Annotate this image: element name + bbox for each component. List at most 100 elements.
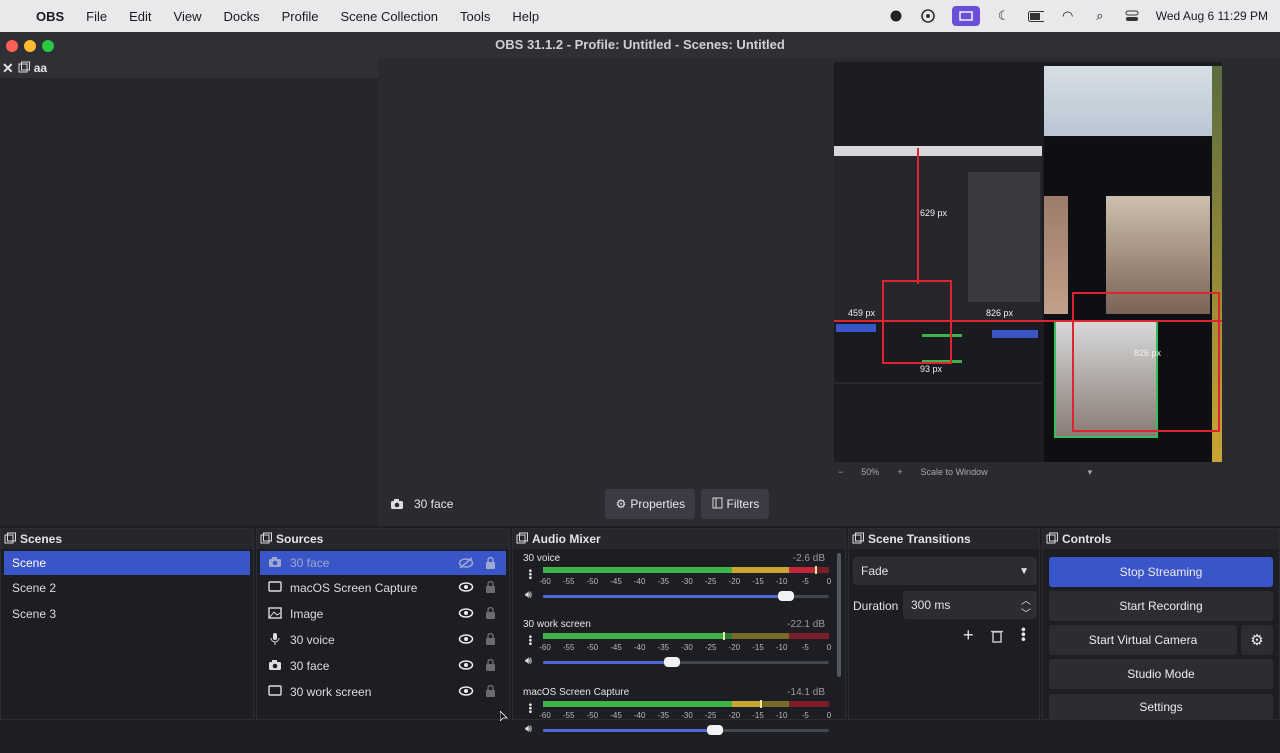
menu-profile[interactable]: Profile bbox=[282, 9, 319, 24]
source-item[interactable]: 30 face bbox=[260, 551, 506, 575]
scale-mode: Scale to Window bbox=[920, 467, 988, 477]
start-virtual-camera-button[interactable]: Start Virtual Camera bbox=[1049, 625, 1237, 655]
screen-share-icon[interactable] bbox=[951, 6, 980, 26]
obs-status-icon[interactable] bbox=[920, 8, 936, 24]
speaker-icon[interactable]: 🔊︎ bbox=[525, 589, 532, 602]
volume-slider-knob[interactable] bbox=[663, 657, 680, 667]
dock-float-icon[interactable] bbox=[852, 532, 864, 547]
channel-menu-icon[interactable]: ••• bbox=[524, 569, 535, 580]
dock-float-icon[interactable] bbox=[516, 532, 528, 547]
scene-item[interactable]: Scene bbox=[4, 551, 250, 575]
camera-icon bbox=[390, 498, 404, 510]
menu-file[interactable]: File bbox=[86, 9, 107, 24]
battery-icon[interactable] bbox=[1027, 8, 1044, 24]
camera-icon bbox=[268, 659, 282, 674]
tick-label: -45 bbox=[610, 643, 622, 652]
source-item[interactable]: macOS Screen Capture bbox=[260, 575, 506, 601]
preview-area[interactable]: 629 px 459 px 826 px 826 px 93 px − 50% … bbox=[378, 58, 1280, 526]
lock-icon[interactable] bbox=[485, 684, 496, 700]
preview-canvas[interactable]: 629 px 459 px 826 px 826 px 93 px bbox=[834, 62, 1222, 462]
volume-slider[interactable] bbox=[543, 657, 829, 667]
mixer-channel: 30 work screen -22.1 dB ••• -60 -55 -50 -45 -40… bbox=[521, 617, 833, 685]
lock-icon[interactable] bbox=[485, 556, 496, 572]
scale-mode-dropdown-icon[interactable]: ▾ bbox=[1088, 467, 1093, 478]
visibility-hidden-icon[interactable] bbox=[458, 557, 474, 572]
tick-label: -15 bbox=[752, 577, 764, 586]
close-window-button[interactable] bbox=[6, 40, 18, 52]
volume-slider[interactable] bbox=[543, 591, 829, 601]
dock-float-icon[interactable] bbox=[1046, 532, 1058, 547]
float-dock-icon[interactable] bbox=[18, 61, 30, 76]
spin-down-icon[interactable]: ﹀ bbox=[1021, 605, 1031, 620]
dock-float-icon[interactable] bbox=[4, 532, 16, 547]
source-item[interactable]: Image bbox=[260, 601, 506, 627]
source-item[interactable]: 30 work screen bbox=[260, 679, 506, 705]
eye-icon[interactable] bbox=[458, 659, 474, 674]
source-item[interactable]: 30 voice bbox=[260, 627, 506, 653]
virtual-camera-settings-button[interactable]: ⚙ bbox=[1241, 625, 1273, 655]
volume-slider[interactable] bbox=[543, 725, 829, 735]
record-status-icon[interactable] bbox=[888, 8, 904, 24]
tick-label: -45 bbox=[610, 577, 622, 586]
close-dock-icon[interactable]: ✕ bbox=[2, 60, 14, 77]
menu-tools[interactable]: Tools bbox=[460, 9, 490, 24]
zoom-in-button[interactable]: + bbox=[897, 467, 902, 477]
dock-header: ✕ aa bbox=[0, 58, 378, 78]
speaker-icon[interactable]: 🔊︎ bbox=[525, 723, 532, 736]
properties-button[interactable]: ⚙ Properties bbox=[605, 489, 696, 519]
lock-icon[interactable] bbox=[485, 658, 496, 674]
filters-button[interactable]: Filters bbox=[701, 489, 770, 519]
transition-select[interactable]: Fade ▼ bbox=[853, 557, 1037, 585]
scene-item[interactable]: Scene 2 bbox=[4, 575, 250, 601]
audio-mixer-title: Audio Mixer bbox=[532, 532, 601, 546]
lock-icon[interactable] bbox=[485, 606, 496, 622]
dock-float-icon[interactable] bbox=[260, 532, 272, 547]
tick-label: -25 bbox=[704, 643, 717, 652]
meter-zone bbox=[788, 633, 829, 639]
app-menu[interactable]: OBS bbox=[36, 9, 64, 24]
volume-slider-knob[interactable] bbox=[778, 591, 795, 601]
eye-icon[interactable] bbox=[458, 685, 474, 700]
channel-menu-icon[interactable]: ••• bbox=[524, 703, 535, 714]
speaker-icon[interactable]: 🔊︎ bbox=[525, 655, 532, 668]
eye-icon[interactable] bbox=[458, 581, 474, 596]
stop-streaming-button[interactable]: Stop Streaming bbox=[1049, 557, 1273, 587]
source-item[interactable]: 30 face bbox=[260, 653, 506, 679]
menu-scene-collection[interactable]: Scene Collection bbox=[340, 9, 438, 24]
settings-button[interactable]: Settings bbox=[1049, 694, 1273, 720]
scene-item[interactable]: Scene 3 bbox=[4, 601, 250, 627]
duration-spinbox[interactable]: 300 ms ︿ ﹀ bbox=[903, 591, 1037, 620]
menu-help[interactable]: Help bbox=[512, 9, 539, 24]
start-recording-button[interactable]: Start Recording bbox=[1049, 591, 1273, 621]
menu-view[interactable]: View bbox=[174, 9, 202, 24]
volume-slider-knob[interactable] bbox=[706, 725, 723, 735]
eye-icon[interactable] bbox=[458, 607, 474, 622]
add-transition-icon[interactable]: + bbox=[963, 625, 974, 646]
tick-label: -35 bbox=[657, 711, 670, 720]
mixer-channel-list: 30 voice -2.6 dB ••• -60 -55 -50 -45 -40 -35 -30-… bbox=[513, 549, 833, 753]
scene-transitions-header: Scene Transitions bbox=[849, 529, 1039, 549]
mixer-scrollbar[interactable] bbox=[837, 553, 841, 677]
moon-icon[interactable]: ☾ bbox=[996, 8, 1012, 24]
zoom-out-button[interactable]: − bbox=[838, 467, 843, 477]
remove-transition-icon[interactable] bbox=[991, 629, 1003, 646]
tick-label: -50 bbox=[586, 577, 599, 586]
zoom-window-button[interactable] bbox=[42, 40, 54, 52]
image-icon bbox=[268, 606, 282, 622]
control-center-icon[interactable] bbox=[1124, 8, 1140, 24]
minimize-window-button[interactable] bbox=[24, 40, 36, 52]
more-options-icon[interactable]: ••• bbox=[1016, 627, 1032, 642]
menu-docks[interactable]: Docks bbox=[223, 9, 259, 24]
eye-icon[interactable] bbox=[458, 633, 474, 648]
menu-edit[interactable]: Edit bbox=[129, 9, 151, 24]
studio-mode-button[interactable]: Studio Mode bbox=[1049, 659, 1273, 689]
lock-icon[interactable] bbox=[485, 632, 496, 648]
scenes-dock-header: Scenes bbox=[1, 529, 253, 549]
tick-label: -55 bbox=[562, 711, 575, 720]
lock-icon[interactable] bbox=[485, 580, 496, 596]
meter-level bbox=[543, 701, 732, 707]
spotlight-search-icon[interactable]: ⌕ bbox=[1092, 8, 1108, 24]
menubar-clock[interactable]: Wed Aug 6 11:29 PM bbox=[1156, 9, 1268, 23]
channel-menu-icon[interactable]: ••• bbox=[524, 635, 535, 646]
wifi-icon[interactable]: ◠ bbox=[1060, 8, 1076, 24]
